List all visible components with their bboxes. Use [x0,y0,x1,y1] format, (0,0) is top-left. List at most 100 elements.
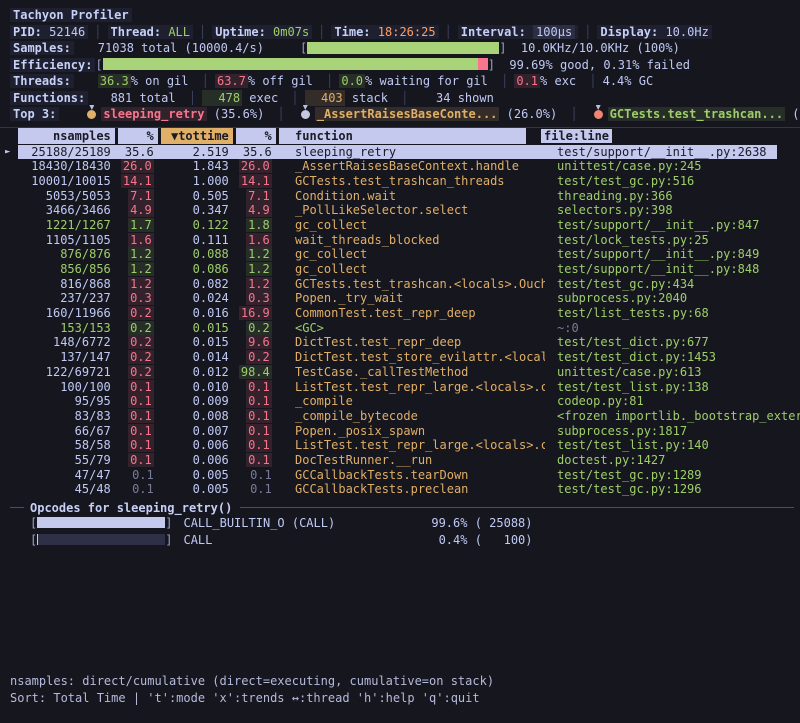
uptime-group: Uptime: 0m07s [212,25,312,39]
table-row[interactable]: 47/47 0.1 0.005 0.1 GCCallbackTests.tear… [0,468,800,483]
function-stat-desc: stack [345,91,396,105]
divider: │ [196,74,215,88]
cell-pct-cumulative: 0.1 [236,482,279,497]
time-group: Time: 18:26:25 [331,25,438,39]
table-row[interactable]: 55/79 0.1 0.006 0.1 DocTestRunner.__rund… [0,453,800,468]
table-row[interactable]: 3466/3466 4.9 0.347 4.9 _PollLikeSelecto… [0,203,800,218]
cell-nsamples: 153/153 [18,321,118,336]
cell-pct-cumulative: 0.1 [236,453,279,468]
table-row[interactable]: 237/237 0.3 0.024 0.3 Popen._try_waitsub… [0,291,800,306]
table-row[interactable]: 153/153 0.2 0.015 0.2 <GC>~:0 [0,321,800,336]
cell-tottime: 0.007 [161,424,236,439]
row-gutter [0,438,18,453]
col-header-nsamples[interactable]: nsamples [18,128,118,144]
cell-tottime: 0.009 [161,394,236,409]
top3-function-name[interactable]: GCTests.test_trashcan... [608,107,785,121]
cell-pct-cumulative: 1.8 [236,218,279,233]
divider: │ [395,91,414,105]
divider: │ [193,25,212,39]
cell-nsamples: 122/69721 [18,365,118,380]
top3-function-name[interactable]: sleeping_retry [101,107,206,121]
top3-function-pct: (35.6%) [207,107,272,121]
table-row[interactable]: 83/83 0.1 0.008 0.1 _compile_bytecode<fr… [0,409,800,424]
samples-bar [307,42,499,54]
divider: │ [312,25,331,39]
cell-nsamples: 237/237 [18,291,118,306]
cell-file-line: test/support/__init__.py:2638 [545,145,800,160]
thread-stat-desc: % off gil [248,74,320,88]
top3-function-name[interactable]: _AssertRaisesBaseConte... [315,107,500,121]
row-gutter [0,321,18,336]
cell-pct-direct: 0.1 [118,394,161,409]
table-row[interactable]: 816/868 1.2 0.082 1.2 GCTests.test_trash… [0,277,800,292]
function-stat-value: 34 [414,90,450,107]
opcodes-section-header: Opcodes for sleeping_retry() [0,500,800,515]
cell-tottime: 0.006 [161,438,236,453]
table-row[interactable]: 160/11966 0.2 0.016 16.9 CommonTest.test… [0,306,800,321]
pid-label: PID: [13,25,42,39]
cell-nsamples: 45/48 [18,482,118,497]
table-row[interactable]: 10001/10015 14.1 1.000 14.1 GCTests.test… [0,174,800,189]
table-row[interactable]: 122/69721 0.2 0.012 98.4 TestCase._callT… [0,365,800,380]
cell-pct-cumulative: 9.6 [236,335,279,350]
function-stat-value: 881 [96,90,132,107]
function-stat-desc: total [132,91,183,105]
table-row[interactable]: 137/147 0.2 0.014 0.2 DictTest.test_stor… [0,350,800,365]
divider: │ [495,74,514,88]
cell-pct-direct: 0.2 [118,350,161,365]
bracket: [ [30,515,37,532]
cell-nsamples: 55/79 [18,453,118,468]
table-row[interactable]: 100/100 0.1 0.010 0.1 ListTest.test_repr… [0,380,800,395]
cell-pct-cumulative: 0.2 [236,321,279,336]
cell-tottime: 0.086 [161,262,236,277]
col-header-pct2[interactable]: % [236,128,279,144]
table-row[interactable]: 95/95 0.1 0.009 0.1 _compilecodeop.py:81 [0,394,800,409]
col-header-file[interactable]: file:line [529,128,800,144]
bracket: ] [165,532,172,549]
thread-value: ALL [168,25,190,39]
table-row[interactable]: 66/67 0.1 0.007 0.1 Popen._posix_spawnsu… [0,424,800,439]
bronze-medal-icon [594,110,603,119]
table-row[interactable]: 18430/18430 26.0 1.843 26.0 _AssertRaise… [0,159,800,174]
divider: │ [183,91,202,105]
table-row[interactable]: 45/48 0.1 0.005 0.1 GCCallbackTests.prec… [0,482,800,497]
thread-stat-desc: % exc [540,74,583,88]
table-row[interactable]: 58/58 0.1 0.006 0.1 ListTest.test_repr_l… [0,438,800,453]
table-row[interactable]: 1105/1105 1.6 0.111 1.6 wait_threads_blo… [0,233,800,248]
efficiency-text: 99.69% good, 0.31% failed [509,58,690,72]
cell-tottime: 0.012 [161,365,236,380]
tachyon-profiler-window: Tachyon Profiler PID: 52146│Thread: ALL│… [0,0,800,723]
pid-value: 52146 [49,25,85,39]
row-gutter [0,365,18,380]
profile-table: nsamples % ▼tottime % function file:line… [0,128,800,498]
cell-pct-direct: 1.6 [118,233,161,248]
function-stat-value: 403 [305,90,345,107]
cell-pct-cumulative: 14.1 [236,174,279,189]
opcode-row: []CALL_BUILTIN_O (CALL)99.6% ( 25088) [0,515,800,532]
thread-group[interactable]: Thread: ALL [108,25,194,39]
uptime-value: 0m07s [273,25,309,39]
col-header-function[interactable]: function [279,128,529,144]
table-row[interactable]: 5053/5053 7.1 0.505 7.1 Condition.waitth… [0,189,800,204]
table-row[interactable]: 1221/1267 1.7 0.122 1.8 gc_collecttest/s… [0,218,800,233]
cell-file-line: test/test_gc.py:1289 [545,468,800,483]
bracket: [ [95,58,102,72]
table-row[interactable]: 876/876 1.2 0.088 1.2 gc_collecttest/sup… [0,247,800,262]
cell-file-line: test/support/__init__.py:849 [545,247,800,262]
cell-tottime: 0.005 [161,468,236,483]
col-header-pct1[interactable]: % [118,128,161,144]
col-header-tottime-sorted[interactable]: ▼tottime [161,128,236,144]
cell-pct-direct: 1.2 [118,262,161,277]
table-row[interactable]: 856/856 1.2 0.086 1.2 gc_collecttest/sup… [0,262,800,277]
top3-label: Top 3: [10,107,59,121]
row-gutter [0,335,18,350]
cell-tottime: 0.347 [161,203,236,218]
row-gutter [0,453,18,468]
cell-tottime: 0.088 [161,247,236,262]
table-row-selected[interactable]: ►25188/25189 35.6 2.519 35.6 sleeping_re… [0,145,800,160]
cell-pct-cumulative: 7.1 [236,189,279,204]
cell-tottime: 0.024 [161,291,236,306]
cell-nsamples: 5053/5053 [18,189,118,204]
cell-function: gc_collect [279,218,545,233]
table-row[interactable]: 148/6772 0.2 0.015 9.6 DictTest.test_rep… [0,335,800,350]
